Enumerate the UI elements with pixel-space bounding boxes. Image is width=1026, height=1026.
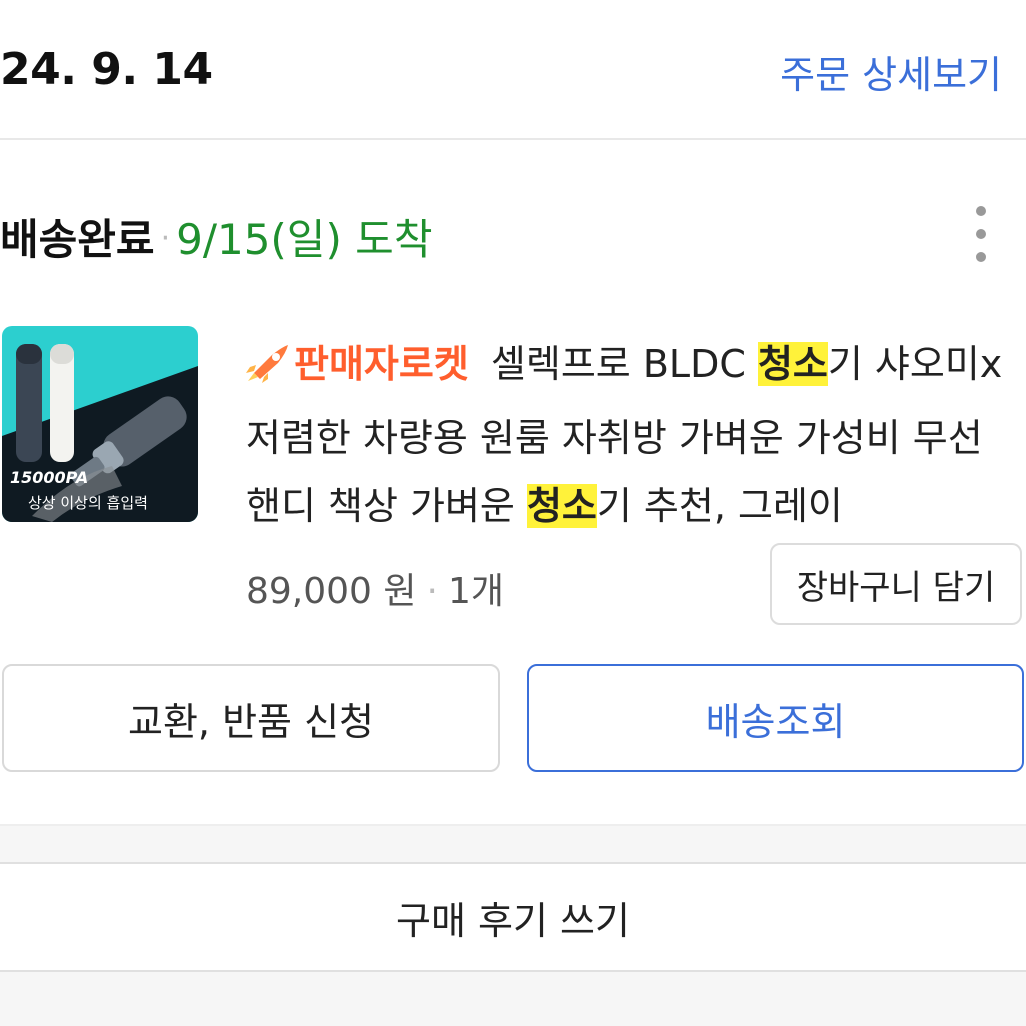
- title-part: 기 추천, 그레이: [596, 484, 843, 528]
- title-highlight: 청소: [757, 342, 828, 386]
- product-quantity: 1개: [447, 571, 505, 612]
- order-date: 24. 9. 14: [0, 44, 213, 95]
- badge-label: 판매자로켓: [294, 342, 469, 386]
- product-title[interactable]: 판매자로켓 셀렉프로 BLDC 청소기 샤오미x 저렴한 차량용 원룸 자취방 …: [246, 330, 1022, 540]
- product-price: 89,000 원: [246, 571, 417, 612]
- order-detail-link[interactable]: 주문 상세보기: [780, 44, 1002, 99]
- suction-spec: 15000PA: [10, 468, 89, 487]
- more-vertical-icon[interactable]: [958, 206, 1004, 262]
- product-thumbnail[interactable]: 15000PA 상상 이상의 흡입력: [2, 326, 198, 522]
- title-part: 셀렉프로 BLDC: [490, 342, 758, 386]
- arrival-date: 9/15(일) 도착: [176, 215, 433, 264]
- status-separator: ·: [160, 221, 171, 256]
- delivery-status: 배송완료 · 9/15(일) 도착: [0, 206, 432, 267]
- title-highlight: 청소: [526, 484, 597, 528]
- track-delivery-button[interactable]: 배송조회: [527, 664, 1024, 772]
- rocket-icon: [246, 336, 290, 404]
- section-separator: [0, 824, 1026, 864]
- add-to-cart-button[interactable]: 장바구니 담기: [770, 543, 1022, 625]
- exchange-return-button[interactable]: 교환, 반품 신청: [2, 664, 500, 772]
- bottom-separator: [0, 970, 1026, 1026]
- header-divider: [0, 138, 1026, 140]
- write-review-button[interactable]: 구매 후기 쓰기: [0, 864, 1026, 970]
- price-quantity: 89,000 원 · 1개: [246, 562, 504, 614]
- seller-rocket-badge: 판매자로켓: [246, 342, 469, 386]
- price-separator: ·: [426, 571, 438, 612]
- image-tagline: 상상 이상의 흡입력: [28, 494, 148, 512]
- delivery-status-label: 배송완료: [0, 215, 155, 264]
